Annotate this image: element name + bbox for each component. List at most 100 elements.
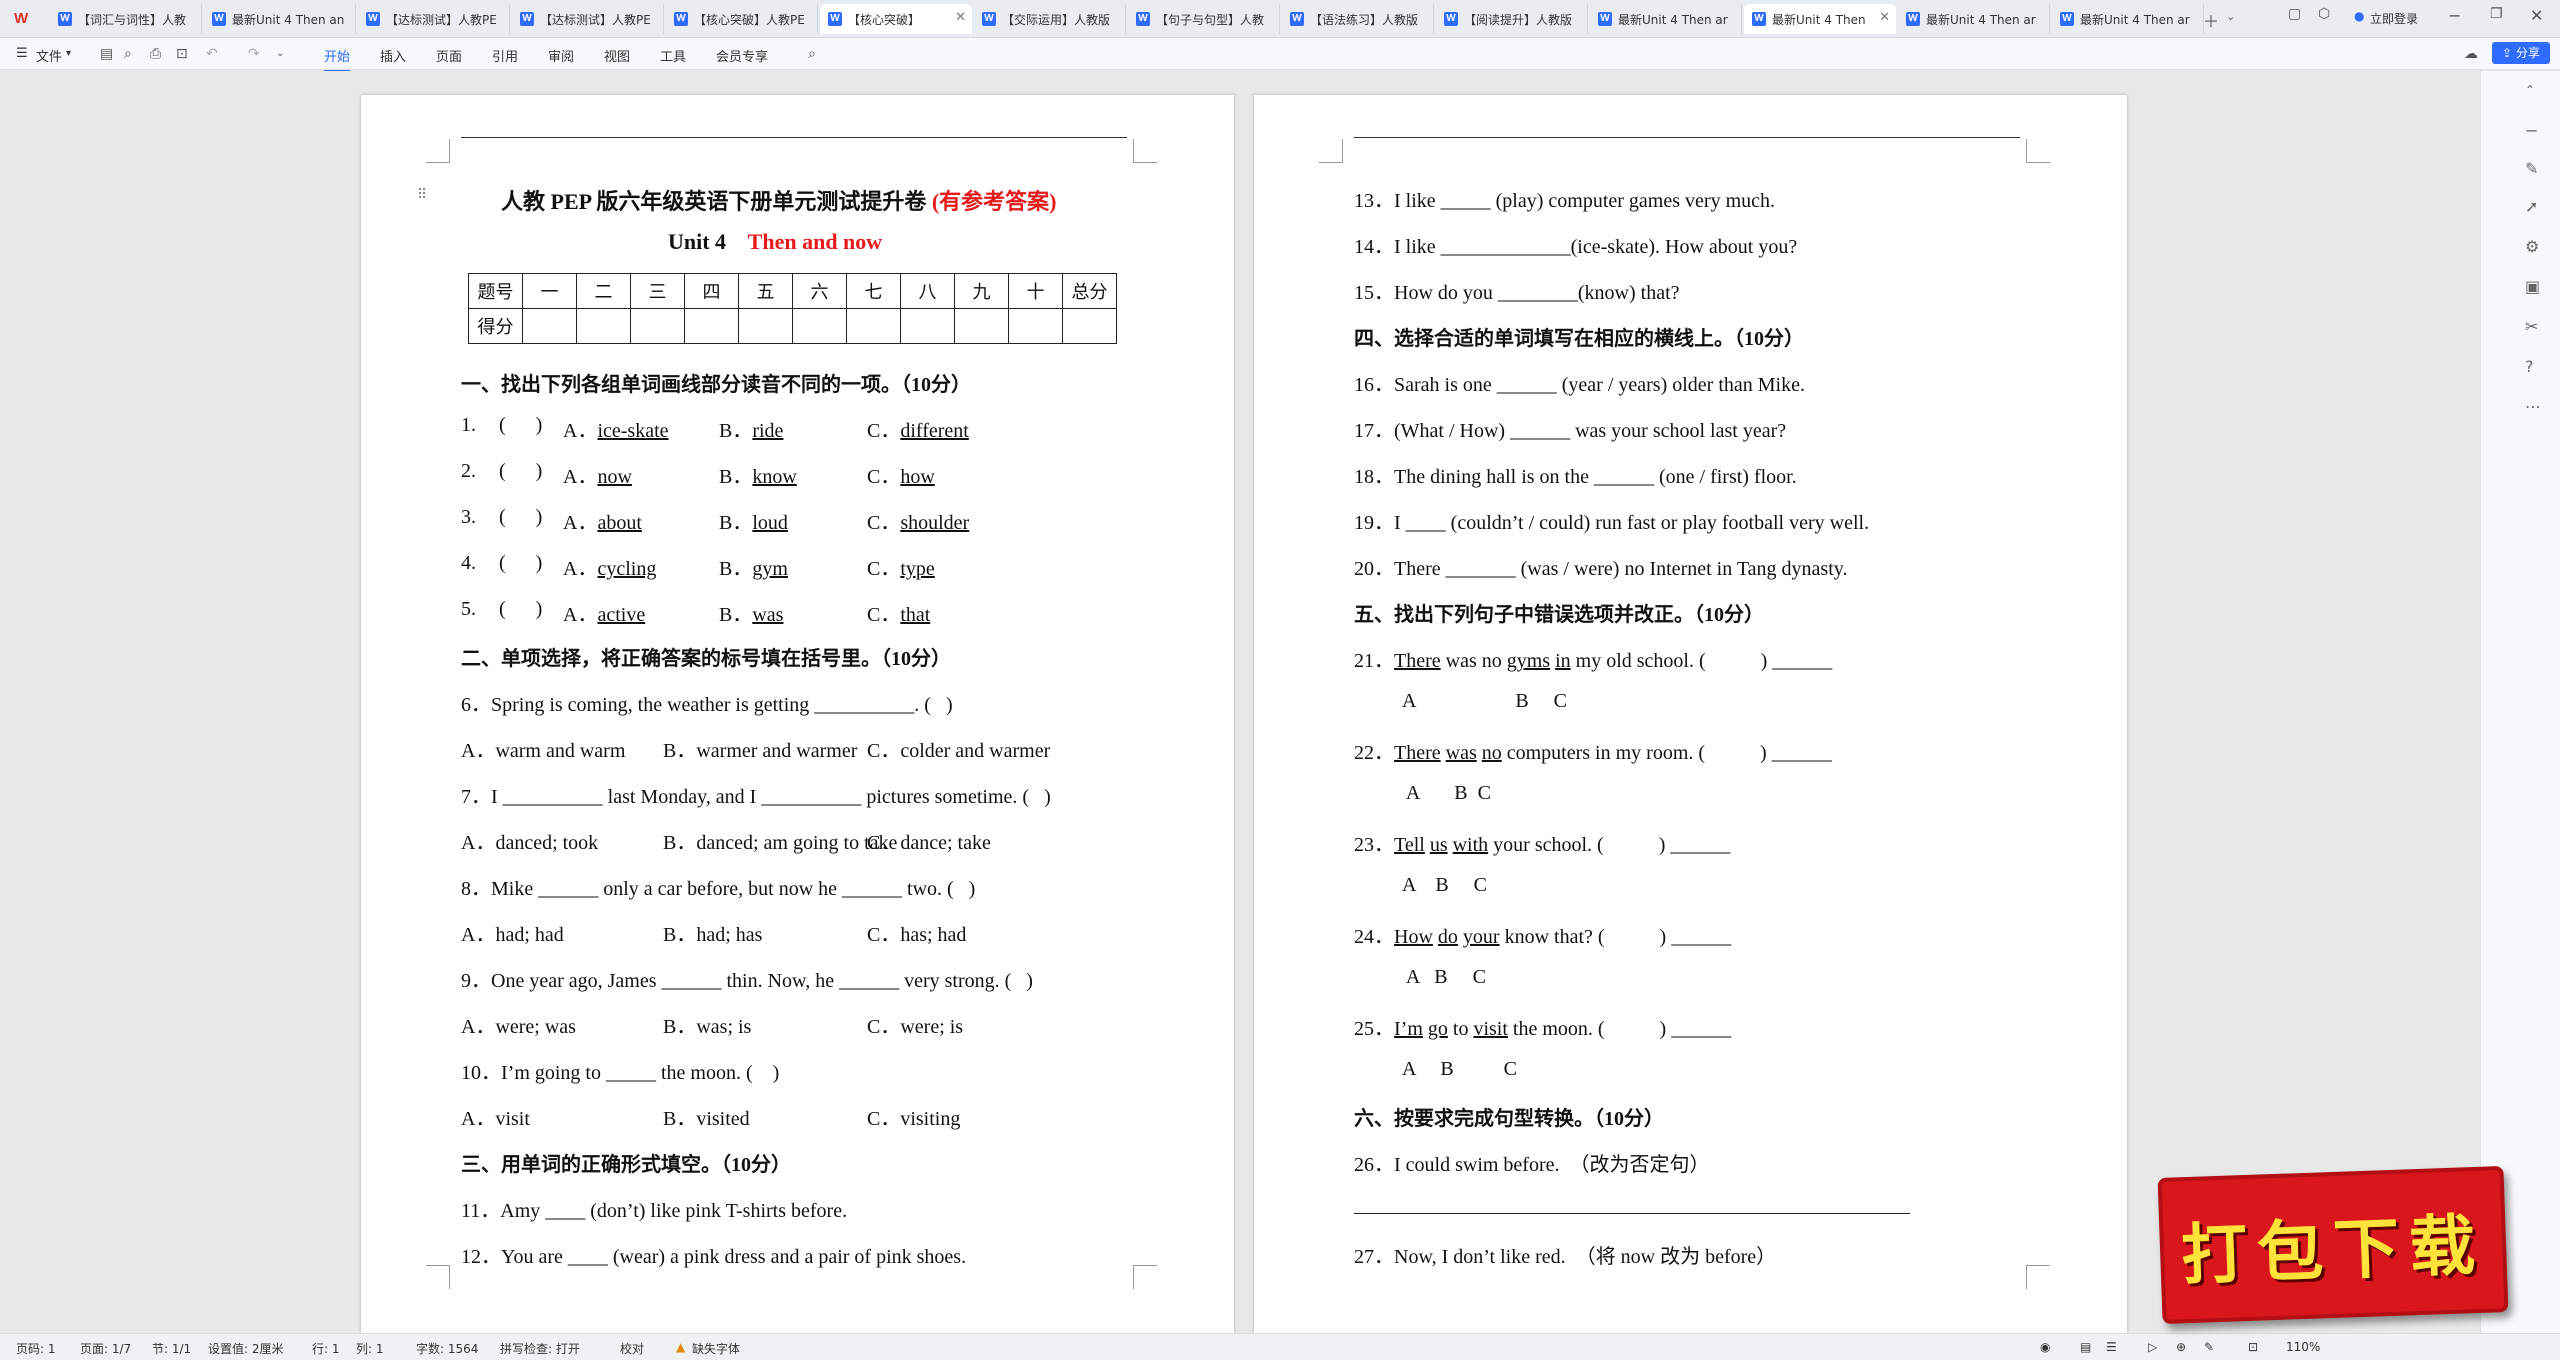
login-link[interactable]: 立即登录 (2370, 10, 2418, 27)
chevron-up-icon[interactable]: ⌃ (2525, 83, 2535, 97)
eye-icon[interactable]: ◉ (2040, 1340, 2050, 1354)
status-row[interactable]: 行: 1 (312, 1340, 340, 1357)
pen-icon[interactable]: ✎ (2204, 1340, 2214, 1354)
score-table-cell[interactable] (576, 308, 631, 344)
section-4-heading: 四、选择合适的单词填写在相应的横线上。（10分） (1354, 328, 1804, 350)
crop-mark (426, 139, 450, 163)
tab-document-6[interactable]: W 【核心突破】 ✕ (820, 4, 972, 34)
chevron-down-icon[interactable]: ⌄ (276, 48, 284, 59)
status-word-count[interactable]: 字数: 1564 (416, 1340, 478, 1357)
tab-document-3[interactable]: W 【达标测试】人教PE (358, 4, 510, 34)
cloud-icon[interactable]: ☁ (2464, 46, 2478, 62)
restore-icon[interactable]: ❐ (2490, 6, 2503, 22)
tab-document-14[interactable]: W 最新Unit 4 Then ar (2052, 4, 2204, 34)
status-col[interactable]: 列: 1 (356, 1340, 384, 1357)
tab-page[interactable]: 页面 (436, 46, 462, 65)
preview-icon[interactable]: ⊡ (176, 46, 188, 62)
tab-document-10[interactable]: W 【阅读提升】人教版 (1436, 4, 1588, 34)
print-icon[interactable]: ⎙ (150, 46, 161, 62)
save-icon[interactable]: ▤ (100, 46, 113, 62)
format-icon[interactable]: ▣ (2525, 277, 2540, 296)
share-button[interactable]: ⇪ 分享 (2492, 42, 2550, 64)
help-icon[interactable]: ? (2525, 357, 2534, 376)
tab-view[interactable]: 视图 (604, 46, 630, 65)
outline-view-icon[interactable]: ☰ (2106, 1340, 2117, 1354)
tab-document-7[interactable]: W 【交际运用】人教版 (974, 4, 1126, 34)
undo-icon[interactable]: ↶ (206, 46, 218, 62)
more-icon[interactable]: ⋯ (2525, 397, 2541, 416)
score-table-header-cell: 九 (954, 273, 1009, 309)
tab-insert[interactable]: 插入 (380, 46, 406, 65)
option-b-word: know (752, 466, 797, 488)
score-table-cell[interactable] (1008, 308, 1063, 344)
tab-document-11[interactable]: W 最新Unit 4 Then ar (1590, 4, 1742, 34)
hamburger-icon[interactable]: ☰ (16, 46, 28, 61)
score-table-cell[interactable] (900, 308, 955, 344)
score-table-cell[interactable] (954, 308, 1009, 344)
globe-icon[interactable]: ⊕ (2176, 1340, 2186, 1354)
tab-document-12[interactable]: W 最新Unit 4 Then ✕ (1744, 4, 1896, 34)
fit-icon[interactable]: ⊡ (2248, 1340, 2258, 1354)
score-table-score-row: 得分 (468, 308, 1117, 344)
close-icon[interactable]: ✕ (2530, 6, 2543, 25)
status-section[interactable]: 节: 1/1 (152, 1340, 191, 1357)
login-icon[interactable]: ● (2354, 9, 2364, 23)
page-view-icon[interactable]: ▤ (2080, 1340, 2091, 1354)
search-icon[interactable]: ⌕ (808, 46, 816, 62)
zoom-level[interactable]: 110% (2286, 1340, 2320, 1354)
tab-member[interactable]: 会员专享 (716, 46, 768, 65)
close-tab-icon[interactable]: ✕ (955, 10, 966, 25)
status-spell-check[interactable]: 拼写检查: 打开 (500, 1340, 580, 1357)
chevron-down-icon[interactable]: ▾ (66, 48, 71, 59)
cursor-icon[interactable]: ➚ (2525, 197, 2538, 216)
word-doc-icon: W (1290, 12, 1304, 26)
search-doc-icon[interactable]: ⌕ (124, 46, 132, 62)
tab-document-2[interactable]: W 最新Unit 4 Then an (204, 4, 356, 34)
score-table-cell[interactable] (792, 308, 847, 344)
drag-handle-icon[interactable]: ⠿ (417, 187, 427, 203)
settings-sliders-icon[interactable]: ⚙ (2525, 237, 2539, 256)
score-table-header-cell: 二 (576, 273, 631, 309)
tab-document-1[interactable]: W 【词汇与词性】人教 (50, 4, 202, 34)
word-doc-icon: W (1906, 12, 1920, 26)
download-banner[interactable]: 打包下载 (2157, 1166, 2509, 1324)
score-table-cell[interactable] (1062, 308, 1117, 344)
cube-icon[interactable]: ⬡ (2318, 6, 2330, 22)
option-b: B．was (719, 604, 784, 626)
new-tab-icon[interactable]: ＋ (2203, 8, 2219, 32)
tab-start[interactable]: 开始 (324, 46, 351, 72)
collapse-icon[interactable]: − (2525, 121, 2538, 140)
status-proof[interactable]: 校对 (620, 1340, 644, 1357)
tab-document-9[interactable]: W 【语法练习】人教版 (1282, 4, 1434, 34)
tools-icon[interactable]: ✂ (2525, 317, 2538, 336)
option-b: B．ride (719, 420, 784, 442)
chevron-down-icon[interactable]: ⌄ (2226, 10, 2235, 23)
tab-bar: W W 【词汇与词性】人教 W 最新Unit 4 Then an W 【达标测试】人教PE… (0, 0, 2560, 38)
status-pages[interactable]: 页面: 1/7 (80, 1340, 131, 1357)
tab-review[interactable]: 审阅 (548, 46, 574, 65)
wps-logo-icon[interactable]: W (14, 10, 36, 28)
score-table-cell[interactable] (522, 308, 577, 344)
close-tab-icon[interactable]: ✕ (1879, 10, 1890, 25)
status-page[interactable]: 页码: 1 (16, 1340, 56, 1357)
window-mode-icon[interactable]: ▢ (2288, 6, 2301, 22)
minimize-icon[interactable]: − (2448, 6, 2461, 25)
play-icon[interactable]: ▷ (2148, 1340, 2157, 1354)
tab-tools[interactable]: 工具 (660, 46, 686, 65)
tab-document-5[interactable]: W 【核心突破】人教PE (666, 4, 818, 34)
tab-document-4[interactable]: W 【达标测试】人教PE (512, 4, 664, 34)
score-table-cell[interactable] (684, 308, 739, 344)
status-setting[interactable]: 设置值: 2厘米 (208, 1340, 284, 1357)
redo-icon[interactable]: ↷ (248, 46, 260, 62)
tab-reference[interactable]: 引用 (492, 46, 518, 65)
score-table-cell[interactable] (738, 308, 793, 344)
tab-document-13[interactable]: W 最新Unit 4 Then ar (1898, 4, 2050, 34)
status-missing-font[interactable]: 缺失字体 (692, 1340, 740, 1357)
tab-document-8[interactable]: W 【句子与句型】人教 (1128, 4, 1280, 34)
score-table-cell[interactable] (846, 308, 901, 344)
score-table-cell[interactable] (630, 308, 685, 344)
pen-icon[interactable]: ✎ (2525, 159, 2538, 178)
choice-option: C．colder and warmer (867, 740, 1051, 762)
crop-mark (1319, 139, 1343, 163)
menu-file[interactable]: 文件 (36, 46, 62, 65)
